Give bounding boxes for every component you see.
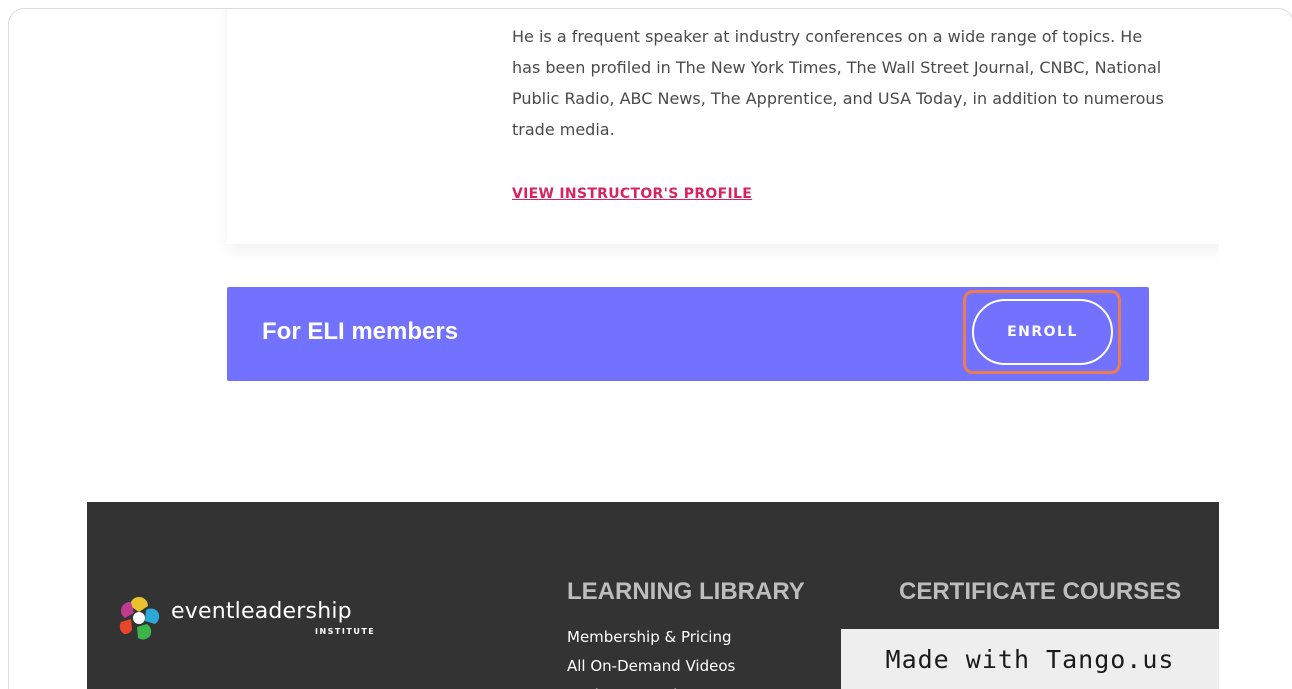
instructor-bio: He is a frequent speaker at industry con… [512, 21, 1219, 145]
enroll-button[interactable]: ENROLL [972, 299, 1113, 365]
certificate-courses-heading: CERTIFICATE COURSES [899, 578, 1182, 605]
bio-line: Public Radio, ABC News, The Apprentice, … [512, 89, 1164, 108]
eli-logo[interactable]: eventleadership INSTITUTE [114, 593, 394, 649]
footer-link-business-sales[interactable]: Business & Sales [567, 681, 735, 689]
tango-watermark: Made with Tango.us [841, 629, 1219, 689]
bio-line: He is a frequent speaker at industry con… [512, 27, 1143, 46]
logo-wordmark: eventleadership [171, 599, 352, 624]
enroll-banner: For ELI members ENROLL [227, 287, 1149, 381]
instructor-card: He is a frequent speaker at industry con… [227, 9, 1219, 244]
banner-title: For ELI members [262, 318, 459, 345]
learning-library-links: Membership & Pricing All On-Demand Video… [567, 623, 735, 689]
footer-link-on-demand-videos[interactable]: All On-Demand Videos [567, 652, 735, 681]
logo-subtitle: INSTITUTE [315, 627, 376, 636]
bio-line: has been profiled in The New York Times,… [512, 58, 1162, 77]
screenshot-frame: He is a frequent speaker at industry con… [8, 8, 1292, 689]
page-viewport: He is a frequent speaker at industry con… [9, 9, 1219, 689]
bio-line: trade media. [512, 120, 615, 139]
view-instructor-profile-link[interactable]: VIEW INSTRUCTOR'S PROFILE [512, 186, 752, 202]
eli-logo-icon [119, 597, 160, 640]
learning-library-heading: LEARNING LIBRARY [567, 578, 805, 605]
footer-link-membership-pricing[interactable]: Membership & Pricing [567, 623, 735, 652]
